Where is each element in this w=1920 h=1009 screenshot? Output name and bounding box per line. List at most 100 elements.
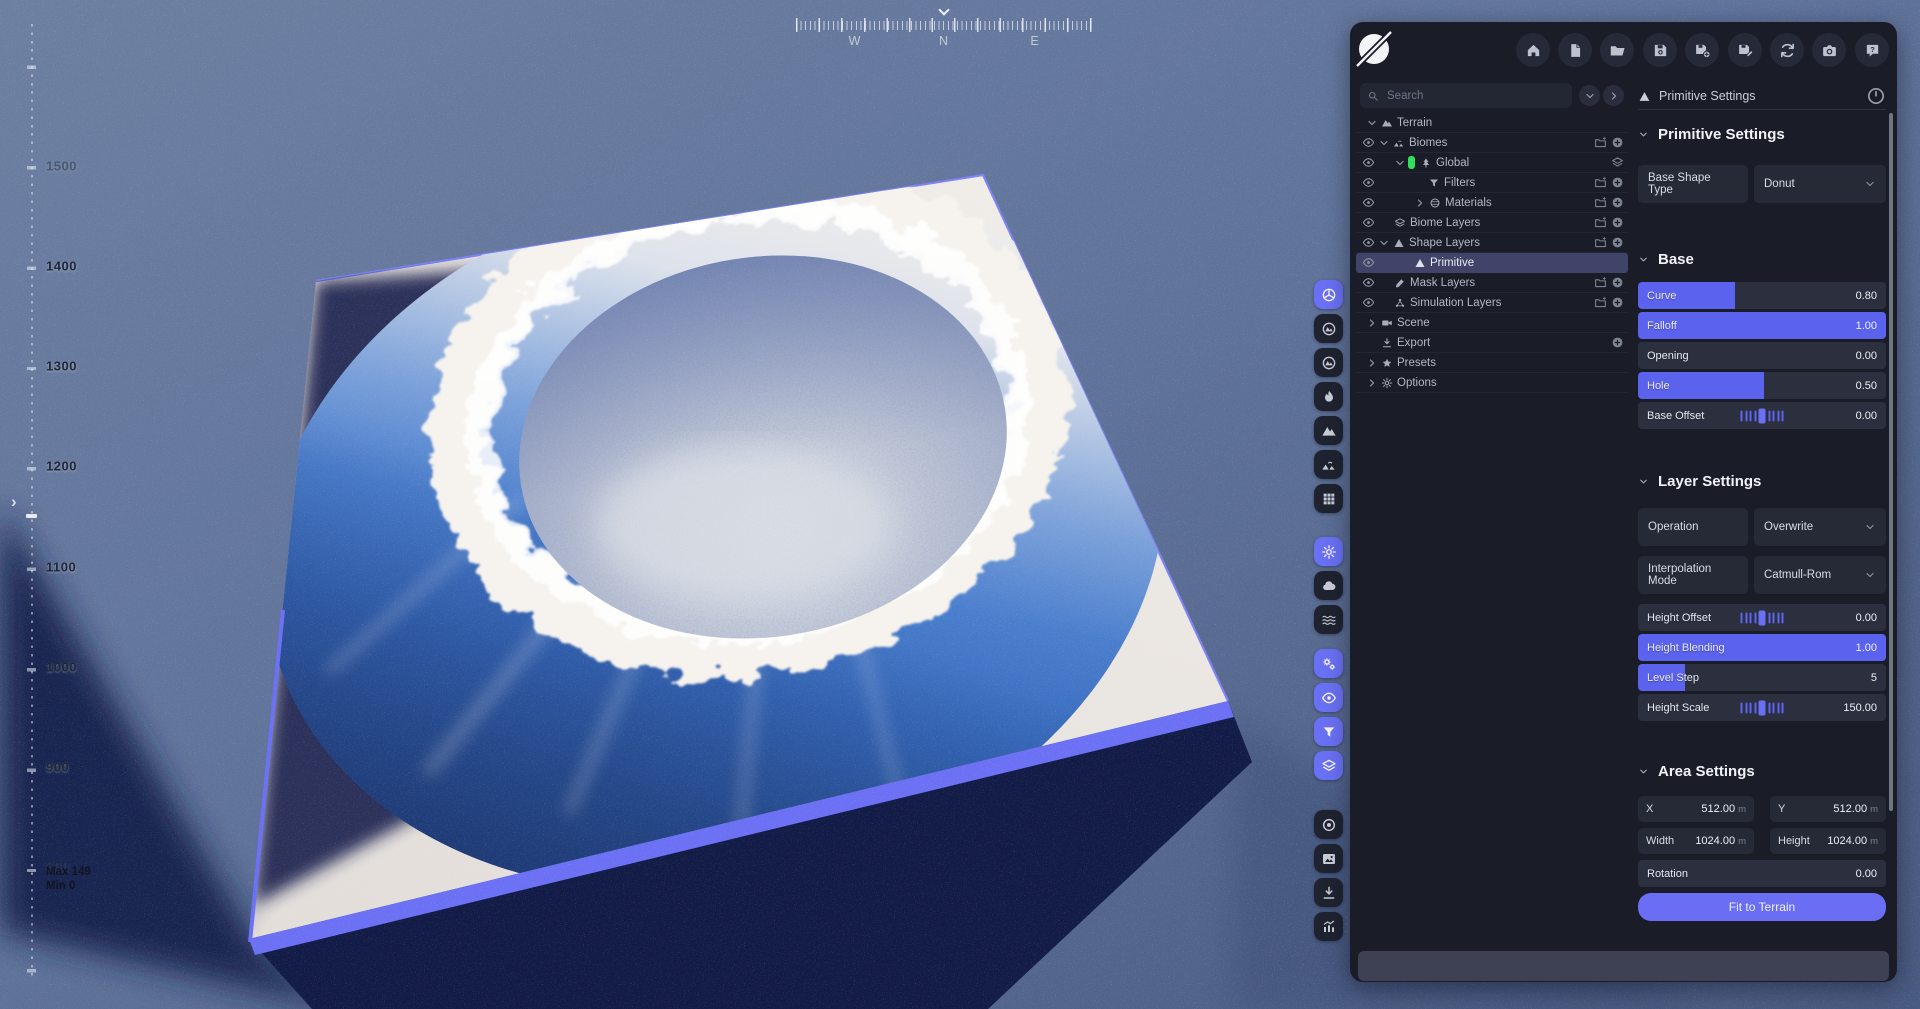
section-primitive-settings[interactable]: Primitive Settings bbox=[1638, 126, 1886, 143]
tree-row-shape-layers[interactable]: Shape Layers bbox=[1356, 233, 1628, 253]
eye-icon[interactable] bbox=[1356, 175, 1376, 190]
enable-toggle-button[interactable] bbox=[1866, 86, 1886, 106]
slider-height-blending[interactable]: Height Blending 1.00 bbox=[1638, 634, 1886, 661]
tree-row-terrain[interactable]: Terrain bbox=[1356, 113, 1628, 133]
panel-expand-arrow[interactable]: › bbox=[11, 492, 17, 512]
panel-resize-handle[interactable] bbox=[1345, 916, 1348, 933]
plus-icon[interactable] bbox=[1611, 196, 1624, 209]
eye-icon[interactable] bbox=[1356, 135, 1376, 150]
plus-icon[interactable] bbox=[1611, 336, 1624, 349]
search-field[interactable] bbox=[1360, 83, 1572, 108]
view-mode-planet-button[interactable] bbox=[1314, 280, 1343, 309]
erosion-tool-button[interactable] bbox=[1314, 382, 1343, 411]
tree-row-simulation-layers[interactable]: Simulation Layers bbox=[1356, 293, 1628, 313]
chevron-right-icon[interactable] bbox=[1412, 195, 1427, 210]
eye-icon[interactable] bbox=[1356, 235, 1376, 250]
water-toggle-button[interactable] bbox=[1314, 605, 1343, 634]
section-base[interactable]: Base bbox=[1638, 251, 1886, 268]
chevron-down-icon[interactable] bbox=[1376, 235, 1391, 250]
compass-bar[interactable]: W N E bbox=[796, 4, 1094, 48]
plus-icon[interactable] bbox=[1611, 236, 1624, 249]
eye-icon[interactable] bbox=[1356, 155, 1376, 170]
inspector-scrollbar[interactable] bbox=[1889, 113, 1893, 811]
drag-handle[interactable] bbox=[1741, 700, 1784, 715]
new-file-button[interactable] bbox=[1558, 33, 1592, 67]
save-as-button[interactable] bbox=[1728, 33, 1762, 67]
collapse-all-button[interactable] bbox=[1579, 85, 1600, 106]
tree-row-global[interactable]: Global bbox=[1356, 153, 1628, 173]
filter-button[interactable] bbox=[1314, 717, 1343, 746]
folder-add-icon[interactable] bbox=[1594, 136, 1607, 149]
plus-icon[interactable] bbox=[1611, 296, 1624, 309]
tree-row-scene[interactable]: Scene bbox=[1356, 313, 1628, 333]
chevron-right-icon[interactable] bbox=[1364, 355, 1379, 370]
view-mode-wireframe-globe-button[interactable] bbox=[1314, 348, 1343, 377]
slider-falloff[interactable]: Falloff 1.00 bbox=[1638, 312, 1886, 339]
export-download-button[interactable] bbox=[1314, 878, 1343, 907]
slider-opening[interactable]: Opening 0.00 bbox=[1638, 342, 1886, 369]
screenshot-button[interactable] bbox=[1812, 33, 1846, 67]
clouds-toggle-button[interactable] bbox=[1314, 571, 1343, 600]
interpolation-mode-select[interactable]: Catmull-Rom bbox=[1754, 556, 1886, 594]
operation-select[interactable]: Overwrite bbox=[1754, 508, 1886, 546]
help-button[interactable] bbox=[1855, 33, 1889, 67]
record-button[interactable] bbox=[1314, 810, 1343, 839]
home-button[interactable] bbox=[1516, 33, 1550, 67]
chevron-down-icon[interactable] bbox=[1364, 115, 1379, 130]
mountain-tool-button[interactable] bbox=[1314, 416, 1343, 445]
fit-to-terrain-button[interactable]: Fit to Terrain bbox=[1638, 893, 1886, 921]
plus-icon[interactable] bbox=[1611, 176, 1624, 189]
base-shape-type-select[interactable]: Donut bbox=[1754, 165, 1886, 203]
plus-icon[interactable] bbox=[1611, 136, 1624, 149]
search-input[interactable] bbox=[1385, 89, 1565, 103]
folder-add-icon[interactable] bbox=[1594, 176, 1607, 189]
tree-row-biome-layers[interactable]: Biome Layers bbox=[1356, 213, 1628, 233]
snapshot-image-button[interactable] bbox=[1314, 844, 1343, 873]
visibility-button[interactable] bbox=[1314, 683, 1343, 712]
plus-icon[interactable] bbox=[1611, 276, 1624, 289]
folder-add-icon[interactable] bbox=[1594, 196, 1607, 209]
area-width-field[interactable]: Width 1024.00 m bbox=[1638, 828, 1754, 854]
settings-gear-button[interactable] bbox=[1314, 537, 1343, 566]
tree-row-biomes[interactable]: Biomes bbox=[1356, 133, 1628, 153]
save-button[interactable] bbox=[1643, 33, 1677, 67]
tree-row-materials[interactable]: Materials bbox=[1356, 193, 1628, 213]
process-settings-button[interactable] bbox=[1314, 649, 1343, 678]
chevron-right-icon[interactable] bbox=[1364, 315, 1379, 330]
save-increment-button[interactable] bbox=[1685, 33, 1719, 67]
tree-row-options[interactable]: Options bbox=[1356, 373, 1628, 393]
eye-icon[interactable] bbox=[1356, 275, 1376, 290]
slider-height-offset[interactable]: Height Offset 0.00 bbox=[1638, 604, 1886, 631]
folder-add-icon[interactable] bbox=[1594, 236, 1607, 249]
drag-handle[interactable] bbox=[1741, 610, 1784, 625]
slider-base-offset[interactable]: Base Offset 0.00 bbox=[1638, 402, 1886, 429]
slider-curve[interactable]: Curve 0.80 bbox=[1638, 282, 1886, 309]
folder-add-icon[interactable] bbox=[1594, 276, 1607, 289]
reload-button[interactable] bbox=[1770, 33, 1804, 67]
biome-tool-button[interactable] bbox=[1314, 450, 1343, 479]
tree-row-primitive[interactable]: Primitive bbox=[1356, 253, 1628, 273]
layers-button[interactable] bbox=[1314, 751, 1343, 780]
view-mode-terrain-globe-button[interactable] bbox=[1314, 314, 1343, 343]
chevron-down-icon[interactable] bbox=[1376, 135, 1391, 150]
eye-icon[interactable] bbox=[1356, 255, 1376, 270]
eye-icon[interactable] bbox=[1356, 215, 1376, 230]
tree-row-presets[interactable]: Presets bbox=[1356, 353, 1628, 373]
expand-all-button[interactable] bbox=[1603, 85, 1624, 106]
folder-add-icon[interactable] bbox=[1594, 296, 1607, 309]
slider-hole[interactable]: Hole 0.50 bbox=[1638, 372, 1886, 399]
statistics-button[interactable] bbox=[1314, 912, 1343, 941]
section-area-settings[interactable]: Area Settings bbox=[1638, 763, 1886, 780]
section-layer-settings[interactable]: Layer Settings bbox=[1638, 473, 1886, 490]
slider-height-scale[interactable]: Height Scale 150.00 bbox=[1638, 694, 1886, 721]
chevron-right-icon[interactable] bbox=[1364, 375, 1379, 390]
plus-icon[interactable] bbox=[1611, 216, 1624, 229]
eye-icon[interactable] bbox=[1356, 295, 1376, 310]
open-project-button[interactable] bbox=[1600, 33, 1634, 67]
slider-level-step[interactable]: Level Step 5 bbox=[1638, 664, 1886, 691]
area-height-field[interactable]: Height 1024.00 m bbox=[1770, 828, 1886, 854]
slider-rotation[interactable]: Rotation 0.00 bbox=[1638, 860, 1886, 887]
area-x-field[interactable]: X 512.00 m bbox=[1638, 796, 1754, 822]
grid-view-button[interactable] bbox=[1314, 484, 1343, 513]
chevron-down-icon[interactable] bbox=[1392, 155, 1407, 170]
